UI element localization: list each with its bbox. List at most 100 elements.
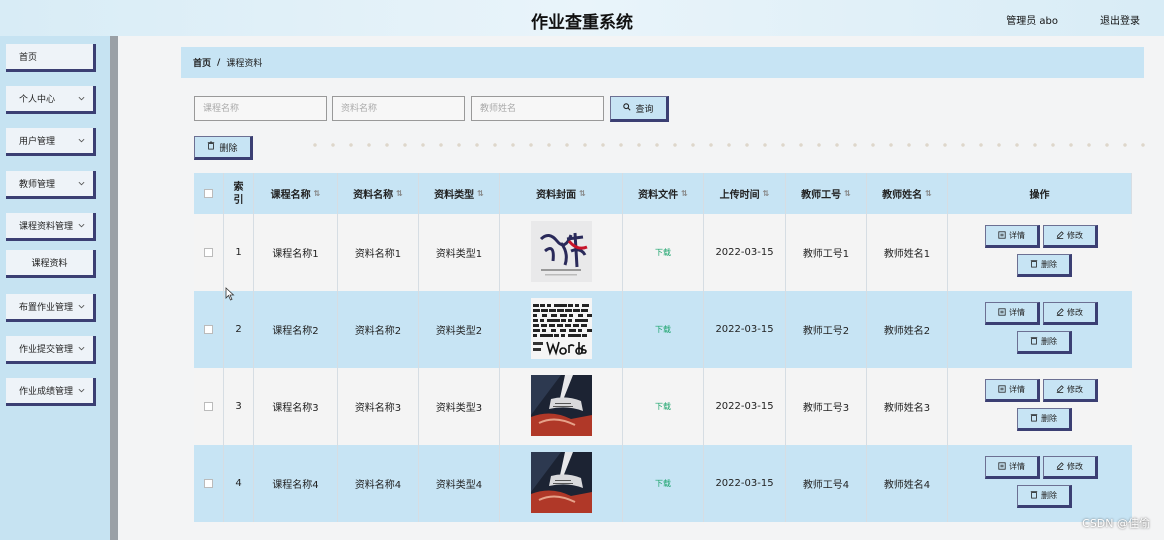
action-label: 修改 — [1067, 385, 1083, 394]
row-checkbox[interactable] — [204, 402, 213, 411]
cell-file: 下载 — [623, 214, 704, 291]
sort-icon[interactable]: ⇅ — [681, 189, 688, 198]
row-checkbox[interactable] — [204, 325, 213, 334]
sidebar-item-5[interactable]: 课程资料 — [6, 250, 96, 278]
download-link[interactable]: 下载 — [655, 324, 671, 335]
cell-type: 资料类型2 — [419, 291, 500, 368]
cell-actions: 详情 修改删除 — [948, 214, 1132, 291]
cell-text: 2022-03-15 — [715, 401, 774, 412]
action-label: 修改 — [1067, 462, 1083, 471]
column-header-2[interactable]: 课程名称 ⇅ — [254, 173, 338, 214]
delete-button[interactable]: 删除 — [1017, 408, 1072, 431]
sort-icon[interactable]: ⇅ — [925, 189, 932, 198]
detail-icon — [998, 307, 1006, 318]
edit-button[interactable]: 修改 — [1043, 379, 1098, 402]
course-name-input[interactable] — [194, 96, 327, 121]
download-link[interactable]: 下载 — [655, 478, 671, 489]
detail-button[interactable]: 详情 — [985, 302, 1040, 325]
sidebar-item-label: 用户管理 — [19, 137, 56, 147]
cell-text: 资料名称3 — [354, 403, 402, 414]
delete-button[interactable]: 删除 — [1017, 331, 1072, 354]
breadcrumb-home[interactable]: 首页 — [193, 56, 211, 69]
column-header-7[interactable]: 上传时间 ⇅ — [704, 173, 786, 214]
chevron-down-icon — [78, 221, 85, 230]
edit-button[interactable]: 修改 — [1043, 456, 1098, 479]
row-checkbox[interactable] — [204, 248, 213, 257]
sidebar-item-4[interactable]: 课程资料管理 — [6, 213, 96, 241]
detail-button[interactable]: 详情 — [985, 379, 1040, 402]
column-header-6[interactable]: 资料文件 ⇅ — [623, 173, 704, 214]
select-all-checkbox[interactable] — [204, 189, 213, 198]
cell-material: 资料名称1 — [338, 214, 419, 291]
sidebar-item-2[interactable]: 用户管理 — [6, 128, 96, 156]
cell-file: 下载 — [623, 445, 704, 522]
batch-delete-button[interactable]: 删除 — [194, 136, 253, 160]
cell-index: 3 — [224, 368, 254, 445]
decorative-dots — [306, 136, 1156, 156]
sidebar-scrollbar[interactable] — [110, 36, 118, 540]
download-link[interactable]: 下载 — [655, 247, 671, 258]
action-label: 修改 — [1067, 231, 1083, 240]
sort-icon[interactable]: ⇅ — [396, 189, 403, 198]
cell-text: 教师姓名3 — [883, 403, 931, 414]
sidebar-item-3[interactable]: 教师管理 — [6, 171, 96, 199]
header: 作业查重系统 管理员 abo 退出登录 — [0, 0, 1164, 36]
row-checkbox[interactable] — [204, 479, 213, 488]
breadcrumb-current: 课程资料 — [226, 59, 263, 69]
sort-icon[interactable]: ⇅ — [477, 189, 484, 198]
detail-button[interactable]: 详情 — [985, 456, 1040, 479]
column-header-3[interactable]: 资料名称 ⇅ — [338, 173, 419, 214]
trash-icon — [1030, 490, 1038, 501]
column-header-9[interactable]: 教师姓名 ⇅ — [867, 173, 948, 214]
teacher-name-input[interactable] — [471, 96, 604, 121]
cell-time: 2022-03-15 — [704, 445, 786, 522]
sort-icon[interactable]: ⇅ — [844, 189, 851, 198]
cell-text: 3 — [235, 401, 242, 412]
cell-text: 2022-03-15 — [715, 478, 774, 489]
material-name-input[interactable] — [332, 96, 465, 121]
delete-button[interactable]: 删除 — [1017, 254, 1072, 277]
column-header-8[interactable]: 教师工号 ⇅ — [786, 173, 867, 214]
cell-time: 2022-03-15 — [704, 291, 786, 368]
current-user: 管理员 abo — [1006, 16, 1058, 27]
trash-icon — [207, 141, 215, 153]
edit-icon — [1056, 230, 1064, 241]
sort-icon[interactable]: ⇅ — [763, 189, 770, 198]
chevron-down-icon — [78, 136, 85, 145]
row-checkbox-cell — [194, 291, 224, 368]
sidebar-item-8[interactable]: 作业成绩管理 — [6, 378, 96, 406]
cell-text: 教师姓名2 — [883, 326, 931, 337]
cover-thumbnail — [530, 297, 593, 362]
column-header-4[interactable]: 资料类型 ⇅ — [419, 173, 500, 214]
action-label: 删除 — [1041, 414, 1057, 423]
sidebar-item-0[interactable]: 首页 — [6, 44, 96, 72]
sidebar-item-6[interactable]: 布置作业管理 — [6, 294, 96, 322]
download-link[interactable]: 下载 — [655, 401, 671, 412]
cell-cover — [500, 445, 623, 522]
column-header-5[interactable]: 资料封面 ⇅ — [500, 173, 623, 214]
sidebar-item-label: 布置作业管理 — [19, 303, 74, 313]
column-header-label: 索引 — [233, 181, 244, 206]
query-button[interactable]: 查询 — [610, 96, 669, 122]
detail-button[interactable]: 详情 — [985, 225, 1040, 248]
sidebar-item-7[interactable]: 作业提交管理 — [6, 336, 96, 364]
cover-thumbnail — [530, 220, 592, 285]
logout-link[interactable]: 退出登录 — [1100, 12, 1140, 27]
cell-text: 资料类型2 — [435, 326, 483, 337]
mouse-cursor-icon — [225, 287, 235, 301]
cell-teacher_name: 教师姓名3 — [867, 368, 948, 445]
app-title: 作业查重系统 — [531, 13, 633, 33]
cell-index: 1 — [224, 214, 254, 291]
cover-thumbnail — [530, 374, 592, 439]
sort-icon[interactable]: ⇅ — [579, 189, 586, 198]
delete-button[interactable]: 删除 — [1017, 485, 1072, 508]
detail-icon — [998, 384, 1006, 395]
watermark: CSDN @佳偷 — [1082, 517, 1150, 530]
sidebar-item-1[interactable]: 个人中心 — [6, 86, 96, 114]
cell-text: 课程名称4 — [272, 480, 319, 491]
cell-text: 教师工号3 — [802, 403, 850, 414]
edit-button[interactable]: 修改 — [1043, 302, 1098, 325]
edit-button[interactable]: 修改 — [1043, 225, 1098, 248]
sort-icon[interactable]: ⇅ — [314, 189, 321, 198]
column-header-0[interactable] — [194, 173, 224, 214]
